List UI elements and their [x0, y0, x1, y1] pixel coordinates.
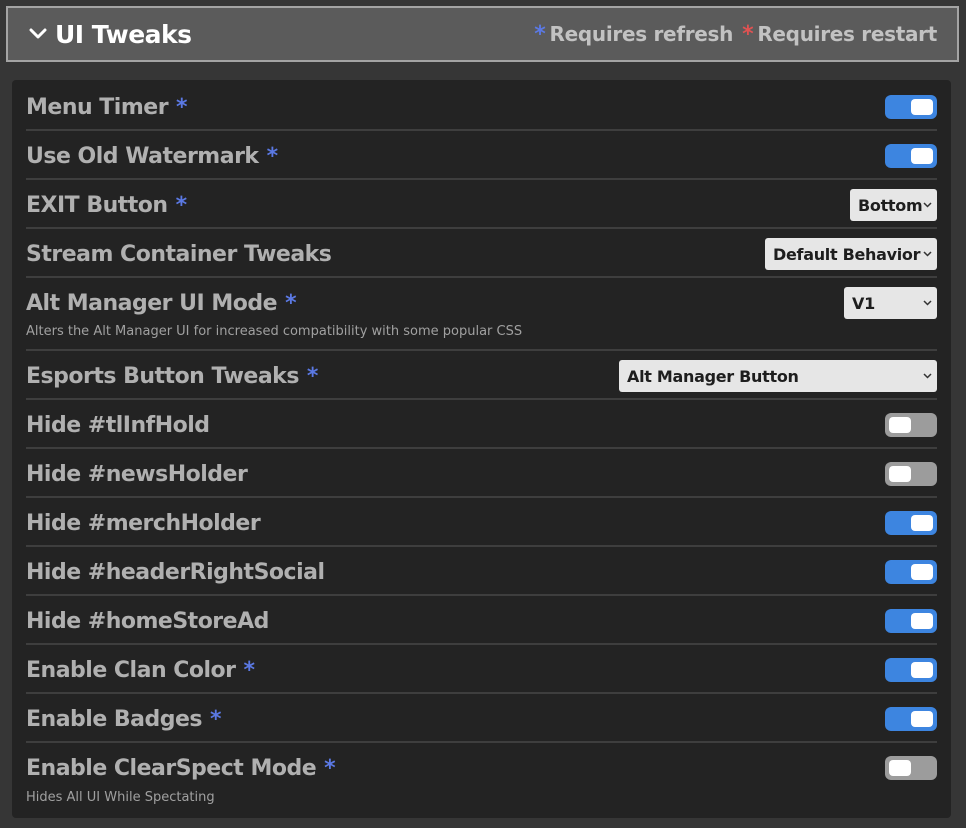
chevron-down-icon [923, 300, 932, 306]
stream-container-tweaks-select[interactable]: Default Behavior [765, 238, 937, 270]
refresh-asterisk-icon: * [324, 755, 336, 781]
setting-row-stream-container-tweaks: Stream Container Tweaks Default Behavior [26, 238, 937, 270]
enable-clan-color-toggle[interactable] [885, 658, 937, 682]
alt-manager-ui-mode-select[interactable]: V1 [844, 287, 937, 319]
setting-label: Enable ClearSpect Mode * [26, 755, 336, 781]
setting-label: Menu Timer * [26, 94, 188, 120]
setting-row-menu-timer: Menu Timer * [26, 92, 937, 122]
chevron-down-icon [923, 251, 932, 257]
setting-label: Hide #tlInfHold [26, 412, 210, 438]
refresh-asterisk-icon: * [534, 21, 546, 47]
refresh-asterisk-icon: * [266, 143, 279, 169]
setting-row-use-old-watermark: Use Old Watermark * [26, 141, 937, 171]
use-old-watermark-toggle[interactable] [885, 144, 937, 168]
setting-label: EXIT Button * [26, 192, 188, 218]
refresh-asterisk-icon: * [306, 363, 319, 389]
legend-refresh-text: Requires refresh [549, 22, 734, 46]
setting-label: Alt Manager UI Mode * [26, 290, 297, 316]
setting-row-esports-button-tweaks: Esports Button Tweaks * Alt Manager Butto… [26, 360, 937, 392]
exit-button-select[interactable]: Bottom [850, 189, 937, 221]
menu-timer-toggle[interactable] [885, 95, 937, 119]
divider [26, 276, 937, 278]
hide-homestoread-toggle[interactable] [885, 609, 937, 633]
legend: * Requires refresh * Requires restart [534, 22, 937, 47]
setting-row-enable-clan-color: Enable Clan Color * [26, 655, 937, 685]
chevron-down-icon [923, 373, 932, 379]
setting-label: Hide #merchHolder [26, 510, 261, 536]
legend-restart-text: Requires restart [757, 22, 937, 46]
setting-row-hide-headerrightsocial: Hide #headerRightSocial [26, 557, 937, 587]
esports-button-tweaks-select[interactable]: Alt Manager Button [619, 360, 937, 392]
refresh-asterisk-icon: * [175, 192, 188, 218]
refresh-asterisk-icon: * [176, 94, 188, 120]
setting-label: Use Old Watermark * [26, 143, 279, 169]
restart-asterisk-icon: * [742, 21, 754, 47]
divider [26, 349, 937, 351]
chevron-down-icon [923, 202, 932, 208]
settings-panel: Menu Timer * Use Old Watermark * EXIT Butt… [12, 80, 951, 818]
divider [26, 398, 937, 400]
chevron-down-icon[interactable] [27, 23, 49, 45]
setting-row-exit-button: EXIT Button * Bottom [26, 189, 937, 221]
divider [26, 496, 937, 498]
setting-row-alt-manager-ui-mode: Alt Manager UI Mode * V1 [26, 287, 937, 319]
setting-row-hide-merchholder: Hide #merchHolder [26, 508, 937, 538]
setting-description: Alters the Alt Manager UI for increased … [26, 324, 523, 339]
setting-label: Enable Badges * [26, 706, 222, 732]
refresh-asterisk-icon: * [243, 657, 256, 683]
setting-row-hide-newsholder: Hide #newsHolder [26, 459, 937, 489]
setting-label: Esports Button Tweaks * [26, 363, 319, 389]
divider [26, 594, 937, 596]
setting-description: Hides All UI While Spectating [26, 790, 215, 805]
divider [26, 692, 937, 694]
setting-row-enable-badges: Enable Badges * [26, 704, 937, 734]
section-header[interactable]: UI Tweaks * Requires refresh * Requires … [6, 6, 959, 62]
hide-tlinfhold-toggle[interactable] [885, 413, 937, 437]
divider [26, 447, 937, 449]
setting-label: Hide #homeStoreAd [26, 608, 269, 634]
divider [26, 643, 937, 645]
divider [26, 178, 937, 180]
refresh-asterisk-icon: * [285, 290, 297, 316]
enable-clearspect-mode-toggle[interactable] [885, 756, 937, 780]
hide-newsholder-toggle[interactable] [885, 462, 937, 486]
setting-row-hide-tlinfhold: Hide #tlInfHold [26, 410, 937, 440]
refresh-asterisk-icon: * [210, 706, 222, 732]
setting-label: Stream Container Tweaks [26, 241, 332, 267]
divider [26, 545, 937, 547]
divider [26, 741, 937, 743]
setting-label: Enable Clan Color * [26, 657, 256, 683]
setting-row-enable-clearspect-mode: Enable ClearSpect Mode * [26, 753, 937, 783]
hide-headerrightsocial-toggle[interactable] [885, 560, 937, 584]
enable-badges-toggle[interactable] [885, 707, 937, 731]
divider [26, 227, 937, 229]
divider [26, 129, 937, 131]
setting-label: Hide #newsHolder [26, 461, 248, 487]
section-title: UI Tweaks [55, 19, 192, 49]
setting-row-hide-homestoread: Hide #homeStoreAd [26, 606, 937, 636]
hide-merchholder-toggle[interactable] [885, 511, 937, 535]
setting-label: Hide #headerRightSocial [26, 559, 325, 585]
